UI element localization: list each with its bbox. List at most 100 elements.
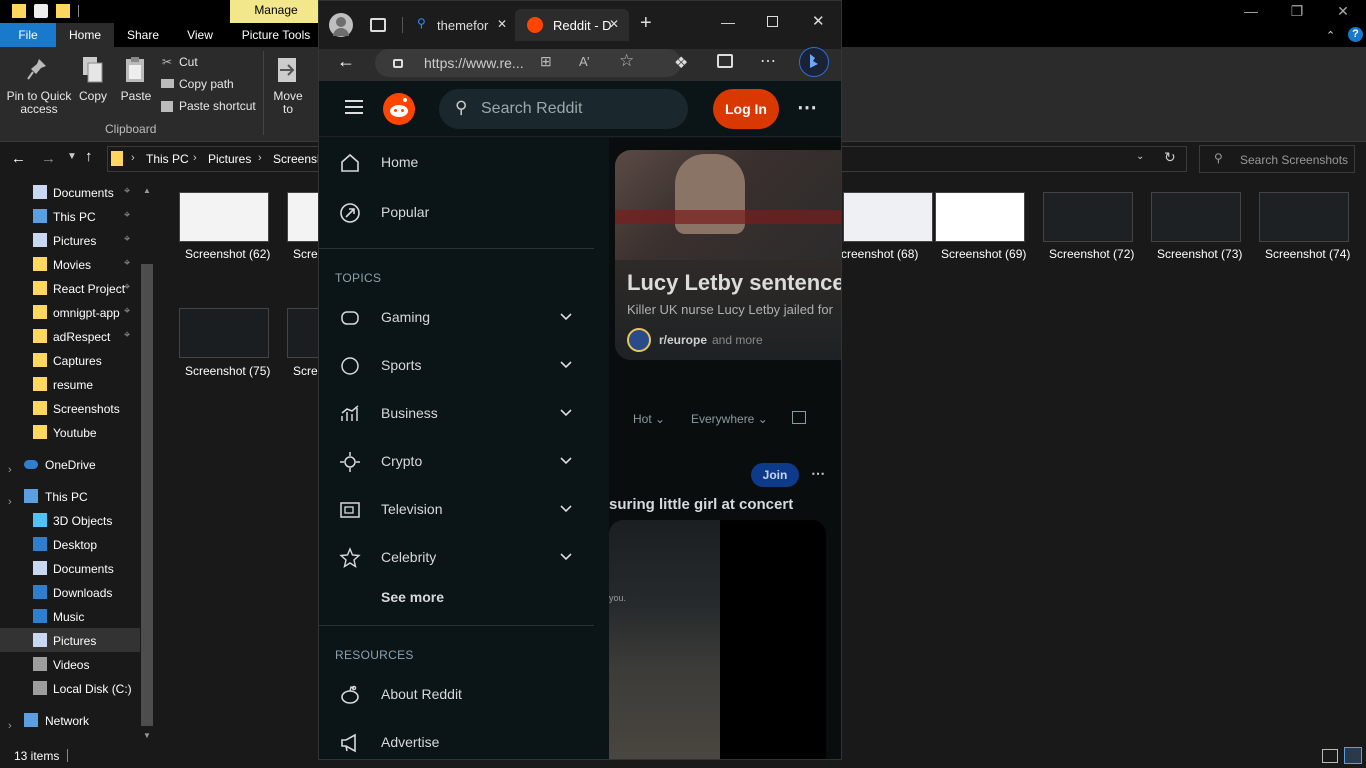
nav-item-youtube[interactable]: Youtube xyxy=(0,420,140,444)
cut-button[interactable]: Cut xyxy=(179,55,198,69)
scroll-up-icon[interactable]: ▲ xyxy=(143,186,151,195)
topic-business[interactable]: Business xyxy=(319,389,594,437)
paste-button[interactable]: Paste xyxy=(118,90,154,103)
manage-tab[interactable]: Manage xyxy=(230,0,322,23)
join-button[interactable]: Join xyxy=(751,463,799,487)
file-thumbnail[interactable] xyxy=(843,192,933,242)
topic-crypto[interactable]: Crypto xyxy=(319,437,594,485)
nav-item-network[interactable]: Network xyxy=(0,708,140,732)
sort-hot[interactable]: Hot ⌄ xyxy=(633,412,665,426)
topic-celebrity[interactable]: Celebrity xyxy=(319,533,594,581)
file-name[interactable]: Screenshot (69) xyxy=(941,247,1026,261)
scrollbar-thumb[interactable] xyxy=(141,264,153,726)
nav-item-pictures[interactable]: Pictures xyxy=(0,628,140,652)
file-name[interactable]: Screenshot (75) xyxy=(185,364,270,378)
tab-file[interactable]: File xyxy=(0,23,56,47)
layout-view-icon[interactable] xyxy=(792,411,806,424)
split-screen-icon[interactable] xyxy=(717,54,733,68)
ribbon-collapse-icon[interactable]: ⌃ xyxy=(1326,29,1335,42)
post-title[interactable]: suring little girl at concert xyxy=(609,496,793,513)
close-window-icon[interactable]: ✕ xyxy=(812,12,825,30)
file-name[interactable]: Screenshot (62) xyxy=(185,247,270,261)
close-icon[interactable]: ✕ xyxy=(1320,0,1366,23)
expand-chevron-icon[interactable]: › xyxy=(8,464,12,476)
favorite-star-icon[interactable]: ☆ xyxy=(619,51,634,71)
file-name[interactable]: Screenshot (74) xyxy=(1265,247,1350,261)
chevron-down-icon[interactable] xyxy=(559,406,573,420)
new-tab-icon[interactable]: + xyxy=(640,12,652,35)
search-box[interactable]: ⚲ Search Screenshots xyxy=(1199,145,1355,173)
recent-chevron-icon[interactable]: ▼ xyxy=(67,151,77,162)
address-bar[interactable]: https://www.re... ⊞ A’ ☆ xyxy=(375,49,681,77)
maximize-icon[interactable] xyxy=(767,16,778,27)
bing-copilot-icon[interactable] xyxy=(799,47,829,77)
nav-item-documents[interactable]: Documents ⌖ xyxy=(0,180,140,204)
nav-item-3d-objects[interactable]: 3D Objects xyxy=(0,508,140,532)
file-thumbnail[interactable] xyxy=(1043,192,1133,242)
file-thumbnail[interactable] xyxy=(179,308,269,358)
nav-item-local-disk-c-[interactable]: Local Disk (C:) xyxy=(0,676,140,700)
tab-picture-tools[interactable]: Picture Tools xyxy=(230,23,322,47)
nav-item-screenshots[interactable]: Screenshots xyxy=(0,396,140,420)
file-name[interactable]: Screenshot (73) xyxy=(1157,247,1242,261)
nav-item-desktop[interactable]: Desktop xyxy=(0,532,140,556)
tab-home[interactable]: Home xyxy=(56,23,114,47)
restore-icon[interactable]: ❐ xyxy=(1274,0,1320,23)
back-arrow-icon[interactable]: ← xyxy=(337,51,355,72)
copy-path-button[interactable]: Copy path xyxy=(179,77,234,91)
nav-item-this-pc[interactable]: This PC xyxy=(0,484,140,508)
reddit-logo-icon[interactable] xyxy=(383,93,415,125)
help-icon[interactable]: ? xyxy=(1348,27,1363,42)
properties-icon[interactable] xyxy=(34,4,48,18)
topic-television[interactable]: Television xyxy=(319,485,594,533)
cut-icon[interactable]: ✂ xyxy=(162,55,172,69)
nav-item-onedrive[interactable]: OneDrive xyxy=(0,452,140,476)
read-aloud-icon[interactable]: A’ xyxy=(579,54,590,69)
reddit-search-input[interactable]: ⚲ Search Reddit xyxy=(439,89,688,129)
more-options-icon[interactable]: ⋯ xyxy=(760,51,776,71)
breadcrumb-screenshots[interactable]: Screensh xyxy=(273,152,324,166)
forward-arrow-icon[interactable]: → xyxy=(41,150,56,167)
move-to-icon[interactable] xyxy=(276,56,300,84)
minimize-icon[interactable]: — xyxy=(721,14,735,30)
chevron-down-icon[interactable] xyxy=(559,454,573,468)
nav-item-resume[interactable]: resume xyxy=(0,372,140,396)
paste-shortcut-icon[interactable] xyxy=(161,101,173,112)
file-thumbnail[interactable] xyxy=(1259,192,1349,242)
refresh-icon[interactable]: ↻ xyxy=(1164,149,1176,166)
file-thumbnail[interactable] xyxy=(935,192,1025,242)
nav-item-downloads[interactable]: Downloads xyxy=(0,580,140,604)
pin-to-quick-access-button[interactable]: Pin to Quick access xyxy=(2,90,76,116)
nav-item-pictures[interactable]: Pictures ⌖ xyxy=(0,228,140,252)
nav-item-this-pc[interactable]: This PC ⌖ xyxy=(0,204,140,228)
nav-item-music[interactable]: Music xyxy=(0,604,140,628)
chevron-down-icon[interactable] xyxy=(559,550,573,564)
sidebar-item-about-reddit[interactable]: About Reddit xyxy=(319,670,594,718)
new-folder-icon[interactable] xyxy=(56,4,70,18)
expand-chevron-icon[interactable]: › xyxy=(8,720,12,732)
post-media[interactable]: you. xyxy=(609,520,826,759)
file-thumbnail[interactable] xyxy=(1151,192,1241,242)
sidebar-item-advertise[interactable]: Advertise xyxy=(319,718,594,759)
subreddit-name[interactable]: r/europe xyxy=(659,333,707,347)
login-button[interactable]: Log In xyxy=(713,89,779,129)
app-available-icon[interactable]: ⊞ xyxy=(540,53,552,70)
move-to-button[interactable]: Move to xyxy=(268,90,308,116)
nav-item-react-project[interactable]: React Project ⌖ xyxy=(0,276,140,300)
breadcrumb-pictures[interactable]: Pictures xyxy=(208,152,251,166)
nav-item-adrespect[interactable]: adRespect ⌖ xyxy=(0,324,140,348)
copy-path-icon[interactable] xyxy=(161,79,174,88)
pin-icon[interactable] xyxy=(26,57,48,83)
close-tab-icon[interactable]: ✕ xyxy=(497,17,507,31)
hamburger-menu-icon[interactable] xyxy=(345,100,363,116)
large-icons-view-icon[interactable] xyxy=(1344,747,1362,764)
url-text[interactable]: https://www.re... xyxy=(424,55,524,71)
breadcrumb-this-pc[interactable]: This PC xyxy=(146,152,189,166)
trending-card[interactable]: Lucy Letby sentence Killer UK nurse Lucy… xyxy=(615,150,841,360)
back-arrow-icon[interactable]: ← xyxy=(11,150,26,167)
up-arrow-icon[interactable]: ↑ xyxy=(85,148,93,165)
paste-icon[interactable] xyxy=(124,56,146,84)
copy-icon[interactable] xyxy=(82,56,104,84)
file-name[interactable]: creenshot (68) xyxy=(841,247,918,261)
tab-actions-icon[interactable] xyxy=(370,18,386,32)
